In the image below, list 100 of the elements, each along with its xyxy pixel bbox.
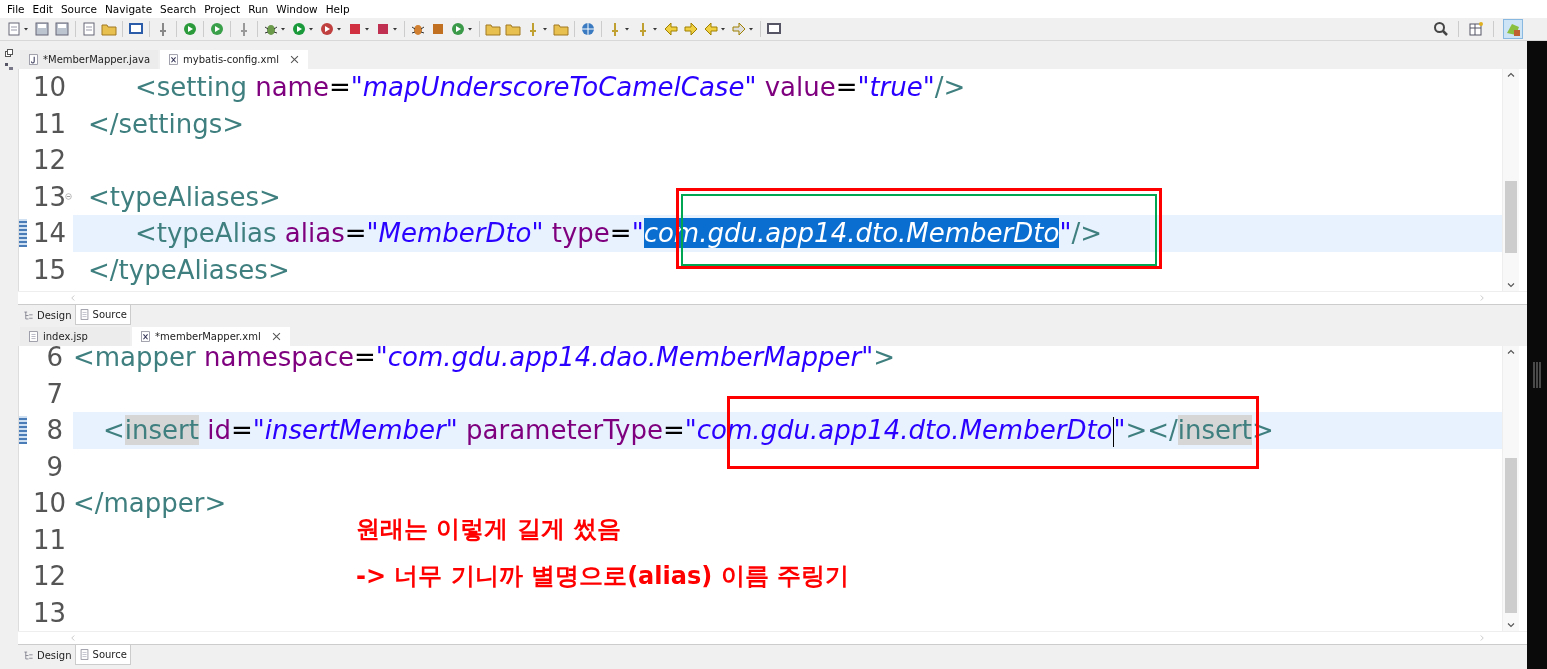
back-icon[interactable]: [703, 21, 719, 37]
scroll-thumb[interactable]: [1505, 181, 1517, 253]
xml-tag: insert: [1177, 415, 1252, 445]
line-number: 7: [45, 378, 63, 409]
editor-tab[interactable]: *MemberMapper.java: [20, 50, 159, 69]
line-number: 13: [33, 597, 63, 628]
perspective-icon[interactable]: [1468, 21, 1484, 37]
equals-sign: =: [609, 218, 632, 249]
equals-sign: =: [835, 72, 858, 103]
collapse-icon[interactable]: [63, 192, 73, 202]
xml-tag: <: [103, 415, 125, 445]
view-tab[interactable]: Design: [20, 645, 75, 665]
xml-tag: ></: [1125, 415, 1178, 445]
scroll-thumb[interactable]: [1505, 458, 1517, 613]
attribute-name: type: [550, 218, 610, 249]
attribute-name: alias: [283, 218, 345, 249]
xml-file-icon[interactable]: [140, 331, 151, 342]
xml-tag: <setting: [135, 72, 247, 103]
menu-item[interactable]: Project: [200, 3, 245, 15]
arrow-icon[interactable]: [683, 21, 699, 37]
folder-icon[interactable]: [553, 21, 569, 37]
server-stop-icon[interactable]: [375, 21, 391, 37]
menu-item[interactable]: File: [3, 3, 29, 15]
line-number: 15: [33, 254, 63, 285]
monitor-icon[interactable]: [128, 21, 144, 37]
attribute-name: parameterType: [465, 415, 663, 445]
xml-tag: </mapper>: [73, 488, 227, 519]
scrollbar[interactable]: [1502, 69, 1519, 291]
attribute-value: ": [1113, 415, 1126, 445]
equals-sign: =: [328, 72, 351, 103]
menu-item[interactable]: Window: [272, 3, 322, 15]
attribute-name: id: [206, 415, 231, 445]
xml-tag: <mapper: [73, 346, 196, 373]
attribute-value: ": [631, 218, 644, 249]
menu-item[interactable]: Help: [321, 3, 354, 15]
editor-tab[interactable]: *memberMapper.xml: [132, 327, 290, 346]
xml-file-icon[interactable]: [168, 54, 180, 65]
equals-sign: =: [344, 218, 367, 249]
doc-icon[interactable]: [81, 21, 97, 37]
attribute-name: value: [763, 72, 836, 103]
run-server-icon[interactable]: [319, 21, 335, 37]
line-number: 14: [33, 218, 63, 249]
attribute-value: "com.gdu.app14.dao.MemberMapper": [375, 346, 874, 373]
view-tab[interactable]: Design: [20, 305, 75, 325]
attribute-value: "true": [857, 72, 935, 103]
line-number: 11: [33, 108, 63, 139]
file-icon[interactable]: [28, 331, 39, 342]
save-icon[interactable]: [34, 21, 50, 37]
line-number: 10: [33, 488, 63, 519]
window-icon[interactable]: [766, 21, 782, 37]
editor-tab[interactable]: mybatis-config.xml: [160, 50, 308, 69]
close-icon[interactable]: [288, 54, 300, 65]
java-file-icon[interactable]: [28, 54, 39, 65]
annotation-text: -> 너무 기니까 별명으로(alias) 이름 주링기: [356, 561, 849, 592]
page-icon[interactable]: [78, 649, 90, 660]
restore-icon[interactable]: [5, 49, 13, 57]
xml-tag: </typeAliases>: [88, 254, 290, 285]
xml-tag: />: [934, 72, 966, 103]
line-number: 11: [33, 524, 63, 555]
stop-icon[interactable]: [347, 21, 363, 37]
attribute-name: name: [254, 72, 329, 103]
view-tab[interactable]: Source: [74, 305, 131, 325]
tree-icon[interactable]: [23, 649, 34, 661]
arrow-icon[interactable]: [663, 21, 679, 37]
forward-icon[interactable]: [731, 21, 747, 37]
menu-item[interactable]: Edit: [28, 3, 57, 15]
attribute-value: "mapUnderscoreToCamelCase": [350, 72, 757, 103]
globe-icon[interactable]: [580, 21, 596, 37]
folder-icon[interactable]: [485, 21, 501, 37]
tree-icon[interactable]: [23, 309, 34, 321]
line-number: 13: [33, 181, 63, 212]
attribute-value: "MemberDto": [366, 218, 544, 249]
menu-item[interactable]: Run: [244, 3, 273, 15]
menu-item[interactable]: Navigate: [101, 3, 157, 15]
xml-tag: >: [873, 346, 895, 373]
page-icon[interactable]: [78, 309, 90, 320]
line-number: 8: [45, 415, 63, 446]
xml-tag: </settings>: [88, 108, 244, 139]
search-icon[interactable]: [1433, 21, 1449, 37]
line-number: 12: [33, 561, 63, 592]
line-number: 10: [33, 72, 63, 103]
scrollbar[interactable]: [1502, 346, 1519, 631]
close-icon[interactable]: [270, 331, 282, 342]
folder-icon[interactable]: [505, 21, 521, 37]
save-all-icon[interactable]: [54, 21, 70, 37]
run-icon[interactable]: [291, 21, 307, 37]
outline-icon[interactable]: [5, 63, 13, 71]
equals-sign: =: [663, 415, 685, 445]
equals-sign: =: [354, 346, 376, 373]
xml-tag: insert: [124, 415, 199, 445]
editor-tab[interactable]: index.jsp: [20, 327, 130, 346]
view-tab[interactable]: Source: [74, 645, 131, 665]
xml-tag: <typeAliases>: [88, 181, 281, 212]
grip-icon[interactable]: [1532, 362, 1542, 388]
menu-item[interactable]: Source: [56, 3, 101, 15]
new-file-icon[interactable]: [6, 21, 22, 37]
attribute-name: namespace: [203, 346, 355, 373]
equals-sign: =: [230, 415, 253, 445]
menu-item[interactable]: Search: [156, 3, 201, 15]
folder-icon[interactable]: [101, 21, 117, 37]
